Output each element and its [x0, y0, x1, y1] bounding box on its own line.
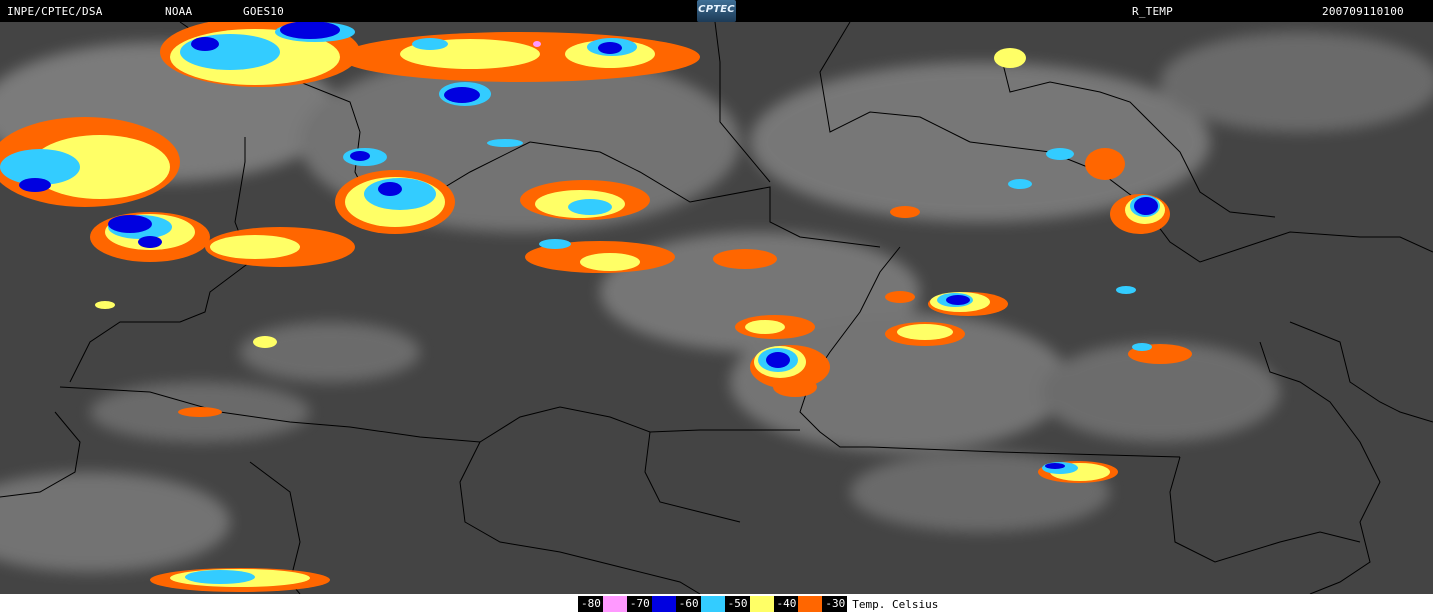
legend-item: -70 [626, 596, 676, 612]
legend-value: -60 [675, 596, 701, 612]
legend-swatch [798, 596, 823, 612]
storm-cell [138, 236, 162, 248]
storm-cell [412, 38, 448, 50]
agency-label: NOAA [165, 5, 193, 18]
legend-item: -80 [578, 596, 627, 612]
storm-cell [1045, 463, 1065, 469]
storm-cell [994, 48, 1026, 68]
storm-cell [210, 235, 300, 259]
storm-cell [19, 178, 51, 192]
storm-cell [946, 295, 970, 305]
legend-units: Temp. Celsius [852, 597, 939, 611]
satellite-label: GOES10 [243, 5, 284, 18]
product-label: R_TEMP [1132, 5, 1173, 18]
storm-cell [539, 239, 571, 249]
storm-cell [890, 206, 920, 218]
storm-cell [1085, 148, 1125, 180]
storm-cell [533, 41, 541, 47]
legend-swatch [700, 596, 725, 612]
storm-cell [598, 42, 622, 54]
storm-cell [191, 37, 219, 51]
storm-cell [713, 249, 777, 269]
legend-value: -80 [578, 596, 603, 612]
storm-cell [773, 377, 817, 397]
legend-value: -50 [724, 596, 750, 612]
header-bar: INPE/CPTEC/DSA NOAA GOES10 CPTEC R_TEMP … [0, 0, 1433, 22]
storm-cell [897, 324, 953, 340]
legend-value: -70 [626, 596, 652, 612]
legend-row: -80 -70 -60 -50 -40 -30 Temp. Celsius [578, 596, 938, 612]
storm-cell [766, 352, 790, 368]
storm-cell [108, 215, 152, 233]
legend-item: -60 [675, 596, 725, 612]
storm-cell [580, 253, 640, 271]
storm-cell [885, 291, 915, 303]
cptec-logo-icon: CPTEC [697, 0, 736, 22]
storm-cell [378, 182, 402, 196]
storm-cell [95, 301, 115, 309]
legend-swatch [749, 596, 774, 612]
storm-cell [487, 139, 523, 147]
storm-cell [568, 199, 612, 215]
legend-item: -40 [773, 596, 823, 612]
storm-cell [1134, 197, 1158, 215]
storm-cell [364, 178, 436, 210]
storm-cell [253, 336, 277, 348]
storm-cell [444, 87, 480, 103]
storm-cell [1132, 343, 1152, 351]
legend-item: -50 [724, 596, 774, 612]
legend-value: -30 [822, 596, 848, 612]
temperature-legend: -80 -70 -60 -50 -40 -30 Temp. Celsius [0, 594, 1433, 614]
organization-label: INPE/CPTEC/DSA [7, 5, 103, 18]
cloud-patch [240, 322, 420, 382]
legend-item: -30 [822, 596, 848, 612]
storm-cell [1116, 286, 1136, 294]
storm-cell [350, 151, 370, 161]
logo-text: CPTEC [698, 4, 735, 15]
storm-cell [1008, 179, 1032, 189]
legend-swatch [651, 596, 676, 612]
storm-cell [1046, 148, 1074, 160]
storm-cell [745, 320, 785, 334]
cloud-patch [1160, 32, 1433, 132]
satellite-map [0, 17, 1433, 595]
legend-swatch [602, 596, 627, 612]
temp-70-layer [533, 41, 541, 47]
legend-value: -40 [773, 596, 799, 612]
datetime-label: 200709110100 [1322, 5, 1404, 18]
storm-cell [185, 570, 255, 584]
storm-cell [178, 407, 222, 417]
map-svg [0, 17, 1433, 595]
